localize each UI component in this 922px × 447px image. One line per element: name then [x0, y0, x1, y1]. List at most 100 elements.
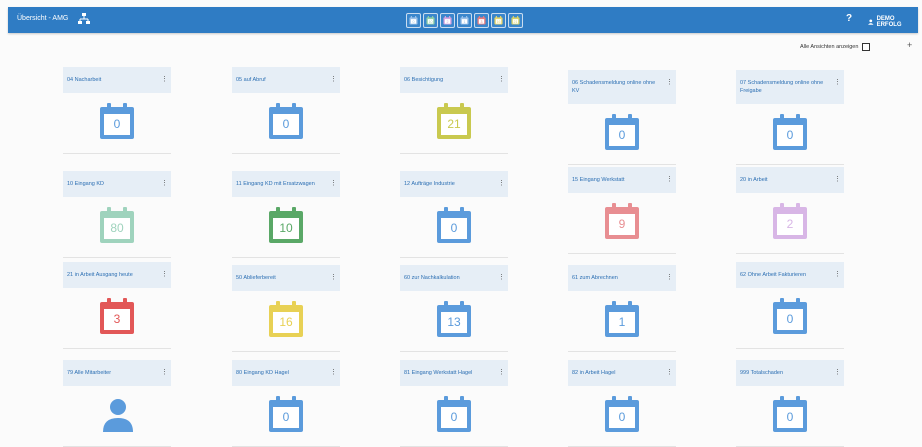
calendar-icon: 16: [494, 16, 503, 25]
quick-view-buttons: 0 10 2 1 3 16 21: [406, 13, 523, 28]
view-card[interactable]: 07 Schadensmeldung online ohne Freigabe ⋮…: [736, 70, 844, 165]
quick-view-button[interactable]: 3: [474, 13, 489, 28]
all-views-toggle[interactable]: Alle Ansichten anzeigen: [800, 43, 871, 51]
add-view-button[interactable]: +: [907, 40, 912, 50]
help-button[interactable]: ?: [846, 13, 852, 24]
view-card[interactable]: 80 Eingang KD Hagel ⋮ 0: [232, 360, 340, 447]
card-divider: [568, 164, 676, 165]
card-count: 0: [282, 116, 290, 131]
card-header: 04 Nacharbeit ⋮: [63, 67, 171, 93]
card-divider: [232, 153, 340, 154]
card-menu-icon[interactable]: ⋮: [834, 79, 841, 87]
card-menu-icon[interactable]: ⋮: [330, 369, 337, 377]
card-count: 2: [786, 216, 794, 231]
calendar-icon: 21: [437, 103, 471, 139]
calendar-icon: 0: [437, 207, 471, 243]
view-card[interactable]: 82 in Arbeit Hagel ⋮ 0: [568, 360, 676, 447]
quick-view-button[interactable]: 1: [457, 13, 472, 28]
card-header: 11 Eingang KD mit Ersatzwagen ⋮: [232, 171, 340, 197]
card-title: 50 Abliefer­bereit: [236, 275, 276, 281]
view-card[interactable]: 62 Ohne Arbeit Fakturieren ⋮ 0: [736, 262, 844, 349]
card-menu-icon[interactable]: ⋮: [330, 274, 337, 282]
card-menu-icon[interactable]: ⋮: [161, 271, 168, 279]
card-menu-icon[interactable]: ⋮: [498, 180, 505, 188]
card-menu-icon[interactable]: ⋮: [666, 369, 673, 377]
user-menu[interactable]: DEMO ERFOLG: [868, 16, 918, 28]
card-title: 15 Eingang Werkstatt: [572, 177, 625, 183]
quick-view-button[interactable]: 10: [423, 13, 438, 28]
card-menu-icon[interactable]: ⋮: [834, 271, 841, 279]
quick-view-button[interactable]: 16: [491, 13, 506, 28]
card-menu-icon[interactable]: ⋮: [330, 76, 337, 84]
view-card[interactable]: 12 Aufträge Industrie ⋮ 0: [400, 171, 508, 258]
card-count: 0: [450, 220, 458, 235]
card-menu-icon[interactable]: ⋮: [666, 176, 673, 184]
calendar-icon: 1: [605, 301, 639, 337]
card-menu-icon[interactable]: ⋮: [161, 369, 168, 377]
quick-view-button[interactable]: 0: [406, 13, 421, 28]
card-count: 0: [618, 127, 626, 142]
calendar-icon: 13: [437, 301, 471, 337]
card-menu-icon[interactable]: ⋮: [161, 76, 168, 84]
card-count: 0: [113, 116, 121, 131]
card-divider: [568, 253, 676, 254]
card-divider: [736, 164, 844, 165]
card-title: 60 zur Nachkalkulation: [404, 275, 460, 281]
all-views-checkbox[interactable]: [862, 43, 871, 51]
card-menu-icon[interactable]: ⋮: [498, 274, 505, 282]
card-menu-icon[interactable]: ⋮: [666, 274, 673, 282]
quick-view-count: 21: [514, 20, 518, 24]
card-menu-icon[interactable]: ⋮: [498, 369, 505, 377]
card-header: 61 zum Abrechnen ⋮: [568, 265, 676, 291]
view-card[interactable]: 81 Eingang Werkstatt Hagel ⋮ 0: [400, 360, 508, 447]
card-divider: [232, 351, 340, 352]
calendar-icon: 80: [100, 207, 134, 243]
quick-view-button[interactable]: 2: [440, 13, 455, 28]
page-title: Übersicht - AMG: [17, 15, 69, 22]
card-count: 3: [113, 311, 121, 326]
view-card[interactable]: 06 Besichtigung ⋮ 21: [400, 67, 508, 154]
card-menu-icon[interactable]: ⋮: [330, 180, 337, 188]
view-card[interactable]: 10 Eingang KD ⋮ 80: [63, 171, 171, 258]
view-card[interactable]: 61 zum Abrechnen ⋮ 1: [568, 265, 676, 352]
card-title: 62 Ohne Arbeit Fakturieren: [740, 272, 807, 278]
hierarchy-icon[interactable]: [77, 13, 91, 25]
view-card[interactable]: 79 Alle Mitarbeiter ⋮: [63, 360, 171, 447]
view-card[interactable]: 21 in Arbeit Ausgang heute ⋮ 3: [63, 262, 171, 349]
card-count: 0: [786, 311, 794, 326]
card-menu-icon[interactable]: ⋮: [834, 369, 841, 377]
card-header: 50 Abliefer­bereit ⋮: [232, 265, 340, 291]
card-title: 11 Eingang KD mit Ersatzwagen: [236, 181, 315, 187]
card-menu-icon[interactable]: ⋮: [498, 76, 505, 84]
quick-view-count: 1: [464, 20, 466, 24]
calendar-icon: 0: [437, 396, 471, 432]
view-card[interactable]: 60 zur Nachkalkulation ⋮ 13: [400, 265, 508, 352]
card-count: 21: [447, 116, 461, 131]
view-card[interactable]: 11 Eingang KD mit Ersatzwagen ⋮ 10: [232, 171, 340, 258]
quick-view-count: 0: [413, 20, 415, 24]
card-title: 07 Schadensmeldung online ohne Freigabe: [740, 80, 824, 94]
calendar-icon: 16: [269, 301, 303, 337]
card-title: 999 Totalschaden: [740, 370, 784, 376]
view-card[interactable]: 20 in Arbeit ⋮ 2: [736, 167, 844, 254]
card-header: 82 in Arbeit Hagel ⋮: [568, 360, 676, 386]
card-count: 0: [618, 409, 626, 424]
calendar-icon: 0: [269, 396, 303, 432]
quick-view-count: 16: [497, 20, 501, 24]
user-name: DEMO ERFOLG: [876, 16, 902, 28]
calendar-icon: 10: [426, 16, 435, 25]
view-card[interactable]: 50 Abliefer­bereit ⋮ 16: [232, 265, 340, 352]
view-card[interactable]: 06 Schadensmeldung online ohne KV ⋮ 0: [568, 70, 676, 165]
card-menu-icon[interactable]: ⋮: [161, 180, 168, 188]
view-card[interactable]: 15 Eingang Werkstatt ⋮ 9: [568, 167, 676, 254]
card-menu-icon[interactable]: ⋮: [666, 79, 673, 87]
card-title: 20 in Arbeit: [740, 177, 768, 183]
view-card[interactable]: 999 Totalschaden ⋮ 0: [736, 360, 844, 447]
card-menu-icon[interactable]: ⋮: [834, 176, 841, 184]
card-header: 12 Aufträge Industrie ⋮: [400, 171, 508, 197]
view-card[interactable]: 04 Nacharbeit ⋮ 0: [63, 67, 171, 154]
quick-view-button[interactable]: 21: [508, 13, 523, 28]
card-divider: [63, 257, 171, 258]
card-count: 1: [618, 314, 626, 329]
view-card[interactable]: 05 auf Abruf ⋮ 0: [232, 67, 340, 154]
